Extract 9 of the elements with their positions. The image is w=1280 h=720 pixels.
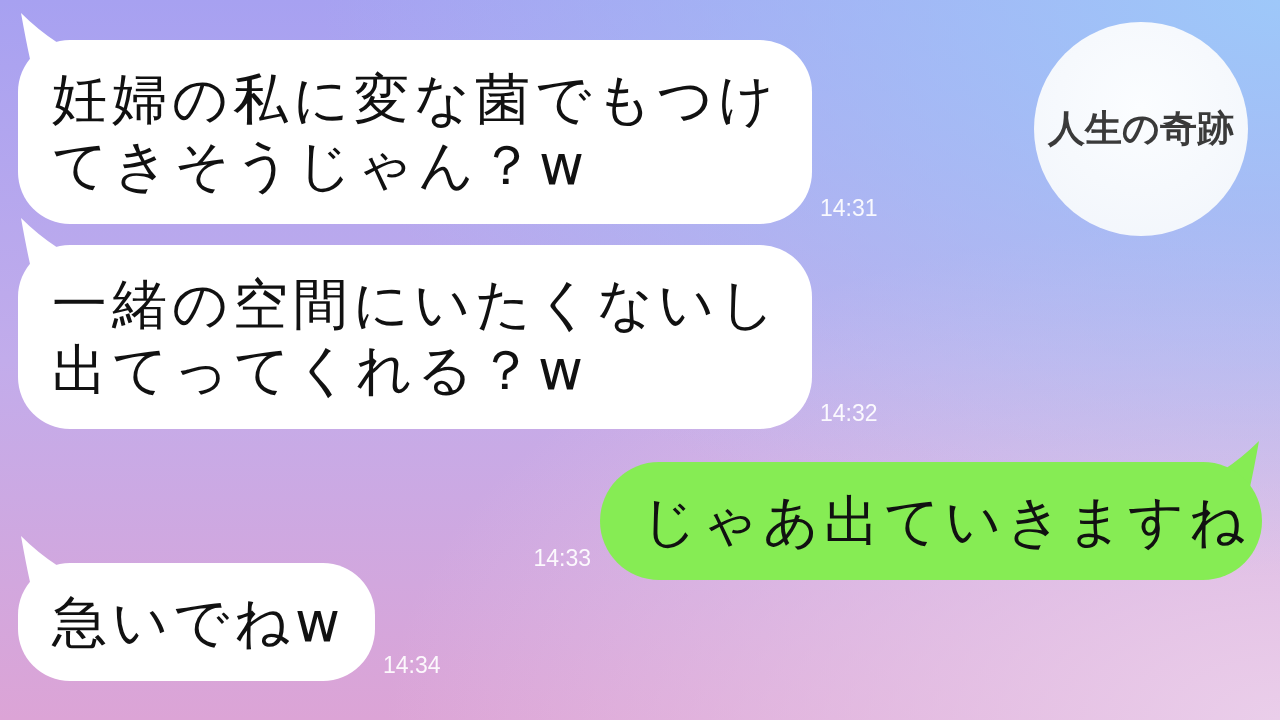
message-time: 14:33 [533, 547, 591, 570]
message-bubble: じゃあ出ていきますね [600, 462, 1262, 580]
message-time: 14:32 [820, 402, 878, 425]
message-bubble: 妊婦の私に変な菌でもつけてきそうじゃん？w [18, 40, 812, 224]
message-bubble: 一緒の空間にいたくないし出てってくれる？w [18, 245, 812, 429]
message-time: 14:31 [820, 197, 878, 220]
channel-logo: 人生の奇跡 [1034, 22, 1248, 236]
message-time: 14:34 [383, 654, 441, 677]
message-bubble: 急いでねw [18, 563, 375, 681]
